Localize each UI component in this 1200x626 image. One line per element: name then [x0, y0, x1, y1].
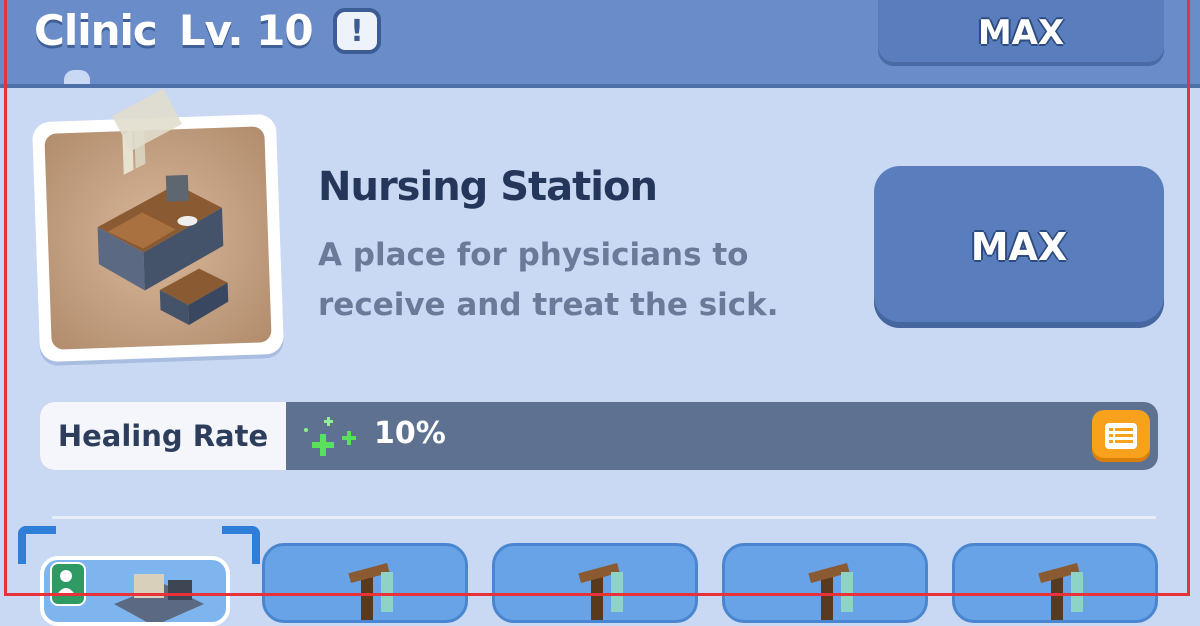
stat-value: 10% — [374, 416, 446, 451]
healing-rate-stat-bar: Healing Rate 10% — [40, 402, 1158, 470]
building-level: Lv. 10 — [178, 6, 314, 55]
nursing-station-icon — [97, 126, 229, 325]
furniture-slot-3[interactable] — [492, 543, 698, 623]
item-picture-card — [31, 113, 285, 363]
upgrade-building-max-button[interactable]: MAX — [878, 0, 1164, 66]
building-name: Clinic — [34, 6, 158, 55]
item-max-label: MAX — [970, 225, 1068, 269]
green-plus-icon — [304, 417, 356, 456]
page-title: Clinic Lv. 10 — [34, 6, 314, 55]
furniture-slot-1[interactable] — [40, 556, 230, 626]
upgrade-item-max-button[interactable]: MAX — [874, 166, 1164, 328]
furniture-slot-4[interactable] — [722, 543, 928, 623]
furniture-slot-5[interactable] — [952, 543, 1158, 623]
selection-corner-top-right — [222, 526, 260, 564]
iv-stand-icon — [348, 562, 393, 620]
list-icon — [1105, 423, 1137, 449]
stat-label: Healing Rate — [40, 402, 286, 470]
furniture-slot-2[interactable] — [262, 543, 468, 623]
info-alert-icon[interactable]: ! — [333, 8, 381, 54]
stat-details-button[interactable] — [1092, 410, 1150, 462]
section-divider — [52, 516, 1156, 519]
alert-symbol: ! — [350, 13, 364, 49]
header-max-label: MAX — [977, 13, 1065, 53]
iv-stand-icon — [1038, 562, 1083, 620]
iv-stand-icon — [578, 562, 623, 620]
nursing-station-thumbnail-icon — [114, 574, 204, 622]
tab-notch — [64, 70, 90, 84]
item-description: A place for physicians to receive and tr… — [318, 237, 779, 323]
nursing-station-image — [44, 126, 272, 350]
item-name: Nursing Station — [318, 164, 658, 210]
doctor-avatar-icon — [50, 562, 86, 606]
header-bar: Clinic Lv. 10 ! MAX — [0, 0, 1200, 88]
iv-stand-icon — [808, 562, 853, 620]
